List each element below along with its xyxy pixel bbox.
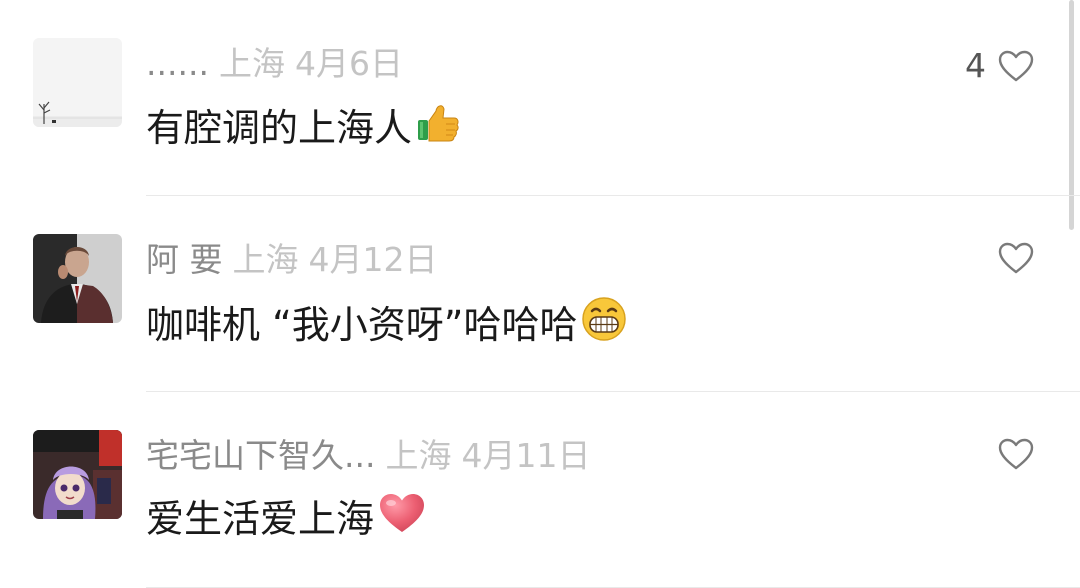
comment-meta: 宅宅山下智久... 上海 4月11日 (146, 434, 590, 478)
comment-text-row[interactable]: 咖啡机 “我小资呀”哈哈哈 (146, 296, 627, 353)
date: 4月11日 (461, 436, 591, 475)
heart-icon (378, 492, 426, 545)
avatar[interactable] (33, 430, 122, 519)
author-name[interactable]: ...... (146, 44, 209, 83)
grinning-face-icon (581, 296, 627, 353)
heart-outline-icon (998, 50, 1034, 81)
like-button[interactable] (986, 242, 1034, 274)
comment-text: 爱生活爱上海 (146, 496, 375, 541)
date: 4月6日 (294, 44, 403, 83)
comment-item: 宅宅山下智久... 上海 4月11日 爱生活爱上海 (0, 392, 1080, 588)
heart-outline-icon (998, 242, 1034, 274)
location: 上海 (385, 436, 452, 475)
comment-text-row[interactable]: 爱生活爱上海 (146, 492, 426, 545)
location: 上海 (232, 240, 299, 279)
comment-item: 阿 要上海 4月12日 咖啡机 “我小资呀”哈哈哈 (0, 196, 1080, 392)
comment-meta: 阿 要上海 4月12日 (146, 238, 438, 282)
author-name[interactable]: 宅宅山下智久... (146, 436, 375, 475)
date: 4月12日 (308, 240, 438, 279)
thumbs-up-icon (416, 100, 460, 155)
location: 上海 (218, 44, 285, 83)
like-button[interactable]: 4 (965, 46, 1034, 85)
avatar[interactable] (33, 38, 122, 127)
like-count: 4 (965, 46, 986, 85)
avatar[interactable] (33, 234, 122, 323)
heart-outline-icon (998, 438, 1034, 470)
comment-text: 有腔调的上海人 (146, 105, 413, 150)
comment-text: 咖啡机 “我小资呀”哈哈哈 (146, 302, 578, 347)
comment-item: ...... 上海 4月6日 有腔调的上海人 4 (0, 0, 1080, 196)
comment-meta: ...... 上海 4月6日 (146, 42, 403, 86)
like-button[interactable] (986, 438, 1034, 470)
comment-text-row[interactable]: 有腔调的上海人 (146, 100, 460, 155)
author-name[interactable]: 阿 要 (146, 240, 223, 279)
